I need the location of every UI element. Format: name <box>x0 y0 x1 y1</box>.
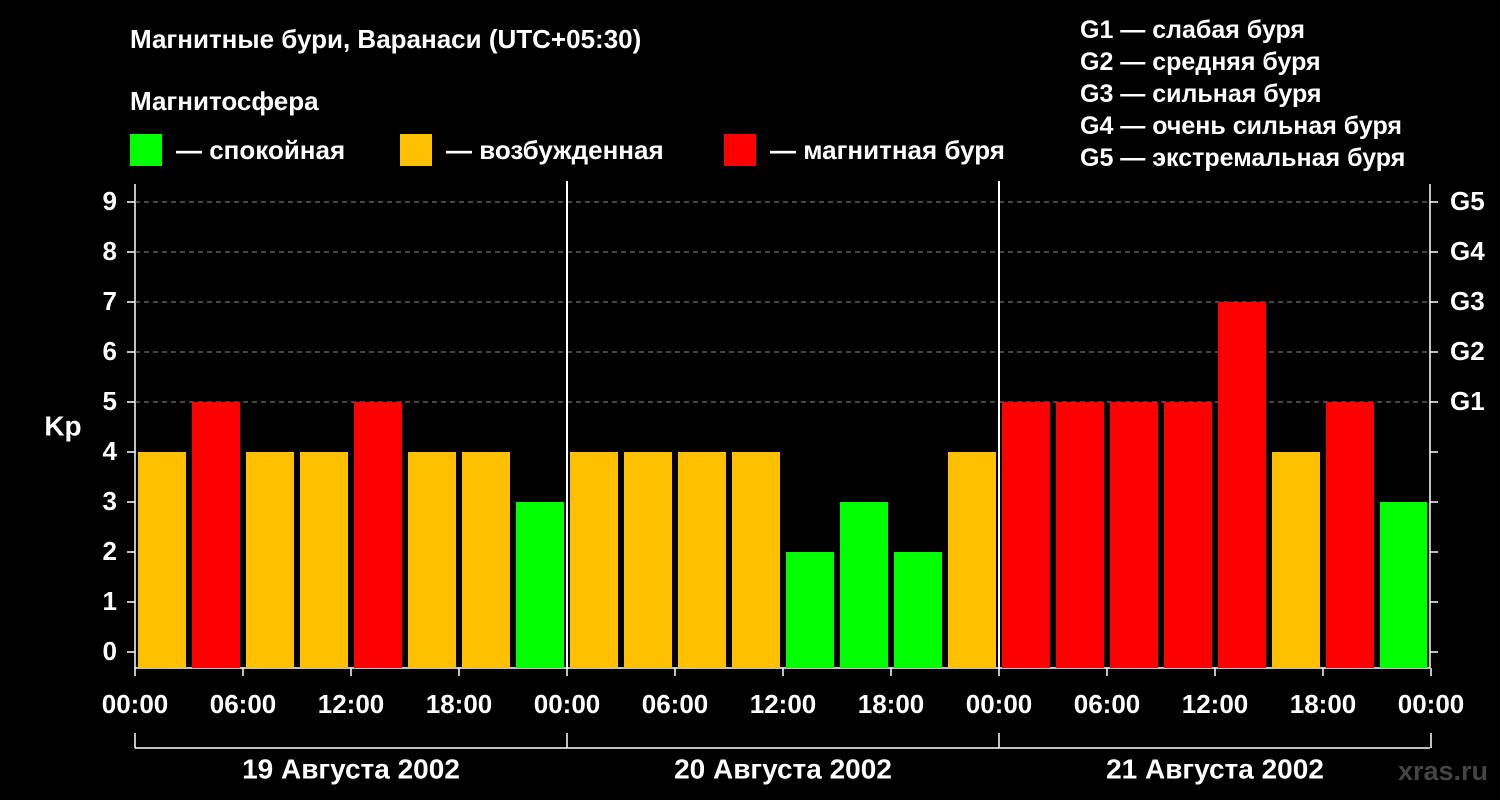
x-tick-label: 00:00 <box>534 689 601 719</box>
right-tick-label: G4 <box>1450 236 1485 266</box>
x-tick-label: 18:00 <box>858 689 925 719</box>
kp-bar <box>1164 402 1212 668</box>
kp-bar <box>1272 452 1320 668</box>
kp-bar <box>1326 402 1374 668</box>
kp-bar <box>138 452 186 668</box>
x-tick-label: 12:00 <box>1182 689 1249 719</box>
kp-bar <box>516 502 564 668</box>
right-tick-label: G1 <box>1450 386 1485 416</box>
y-tick-label: 0 <box>103 636 117 666</box>
kp-bar <box>1218 302 1266 668</box>
y-tick-label: 3 <box>103 486 117 516</box>
kp-bar <box>462 452 510 668</box>
right-tick-label: G2 <box>1450 336 1485 366</box>
x-tick-label: 18:00 <box>426 689 493 719</box>
right-tick-label: G3 <box>1450 286 1485 316</box>
y-axis-label: Kp <box>44 410 81 441</box>
y-tick-label: 6 <box>103 336 117 366</box>
kp-bar <box>1380 502 1427 668</box>
brand-watermark: xras.ru <box>1397 756 1488 786</box>
x-tick-label: 06:00 <box>1074 689 1141 719</box>
kp-bar <box>1056 402 1104 668</box>
x-tick-label: 00:00 <box>102 689 169 719</box>
y-tick-label: 2 <box>103 536 117 566</box>
kp-bar <box>300 452 348 668</box>
day-label: 20 Августа 2002 <box>674 753 892 784</box>
y-tick-label: 9 <box>103 186 117 216</box>
x-tick-label: 00:00 <box>966 689 1033 719</box>
kp-bar <box>678 452 726 668</box>
right-tick-label: G5 <box>1450 186 1485 216</box>
x-tick-label: 06:00 <box>642 689 709 719</box>
x-tick-label: 18:00 <box>1290 689 1357 719</box>
x-tick-label: 12:00 <box>750 689 817 719</box>
x-tick-label: 06:00 <box>210 689 277 719</box>
kp-bar <box>1002 402 1050 668</box>
kp-bar <box>354 402 402 668</box>
day-label: 21 Августа 2002 <box>1106 753 1324 784</box>
kp-bar <box>948 452 996 668</box>
kp-bar <box>732 452 780 668</box>
kp-bar <box>786 552 834 668</box>
kp-bar <box>192 402 240 668</box>
kp-bar <box>246 452 294 668</box>
x-tick-label: 00:00 <box>1398 689 1465 719</box>
y-tick-label: 1 <box>103 586 117 616</box>
kp-bar <box>570 452 618 668</box>
y-tick-label: 8 <box>103 236 117 266</box>
kp-bar <box>894 552 942 668</box>
y-tick-label: 7 <box>103 286 117 316</box>
kp-bar <box>408 452 456 668</box>
y-tick-label: 5 <box>103 386 117 416</box>
kp-bar <box>624 452 672 668</box>
kp-chart: 0 1 2 3 4 5 6 7 8 9 G1 G2 G3 G4 G5 Kp 00:00 06:00 12:00 18:… <box>44 181 1485 784</box>
kp-bar <box>1110 402 1158 668</box>
kp-bar <box>840 502 888 668</box>
day-label: 19 Августа 2002 <box>242 753 460 784</box>
x-tick-label: 12:00 <box>318 689 385 719</box>
y-tick-label: 4 <box>103 436 118 466</box>
